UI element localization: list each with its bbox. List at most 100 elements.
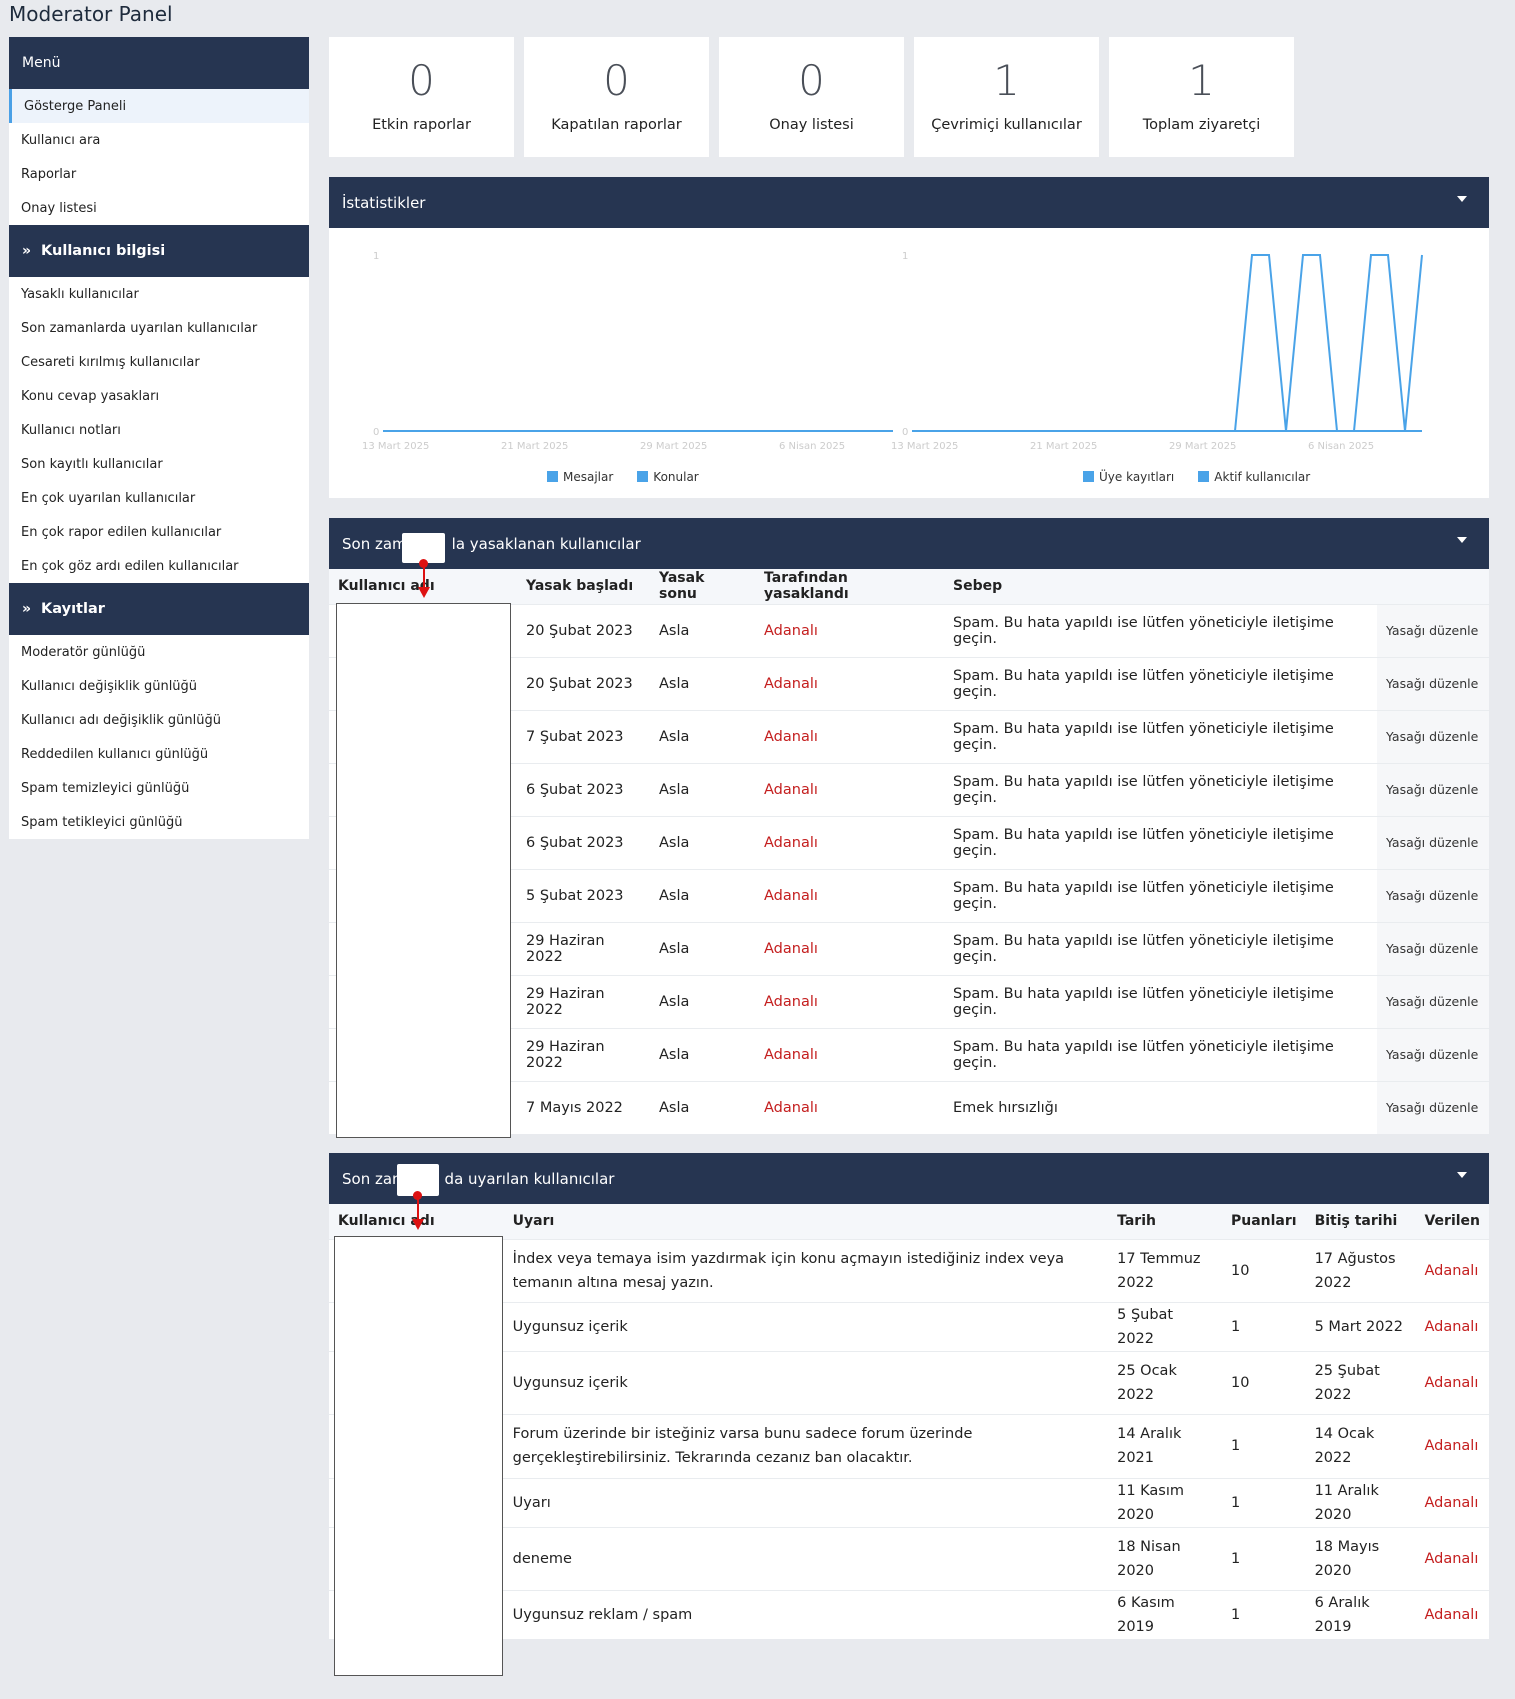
x-tick-label: 29 Mart 2025 bbox=[640, 441, 707, 452]
bans-panel-header[interactable]: Son zam la yasaklanan kullanıcılar bbox=[329, 518, 1489, 569]
caret-down-icon[interactable] bbox=[1457, 537, 1467, 543]
sidebar-item[interactable]: Son kayıtlı kullanıcılar bbox=[9, 447, 309, 481]
ban-end-cell: Asla bbox=[650, 815, 755, 869]
edit-ban-button[interactable]: Yasağı düzenle bbox=[1377, 815, 1489, 869]
given-by-link[interactable]: Adanalı bbox=[1415, 1301, 1489, 1351]
stat-card-value: 1 bbox=[1188, 56, 1215, 105]
sidebar-item[interactable]: En çok göz ardı edilen kullanıcılar bbox=[9, 549, 309, 583]
ban-end-cell: Asla bbox=[650, 709, 755, 763]
col-ban-end[interactable]: Yasak sonu bbox=[650, 569, 755, 604]
edit-ban-button[interactable]: Yasağı düzenle bbox=[1377, 603, 1489, 657]
legend-swatch bbox=[1083, 471, 1094, 482]
banned-by-link[interactable]: Adanalı bbox=[755, 603, 944, 657]
sidebar-logs-header[interactable]: » Kayıtlar bbox=[9, 583, 309, 635]
edit-ban-button[interactable]: Yasağı düzenle bbox=[1377, 656, 1489, 710]
banned-by-link[interactable]: Adanalı bbox=[755, 974, 944, 1028]
sidebar-item[interactable]: Cesareti kırılmış kullanıcılar bbox=[9, 345, 309, 379]
sidebar-menu-header: Menü bbox=[9, 37, 309, 89]
warnings-panel-header[interactable]: Son zan da uyarılan kullanıcılar bbox=[329, 1153, 1489, 1204]
legend-item-mesajlar[interactable]: Mesajlar bbox=[547, 470, 613, 484]
sidebar-item[interactable]: Raporlar bbox=[9, 157, 309, 191]
banned-by-link[interactable]: Adanalı bbox=[755, 1080, 944, 1134]
sidebar-item[interactable]: Kullanıcı notları bbox=[9, 413, 309, 447]
col-reason[interactable]: Sebep bbox=[944, 569, 1377, 604]
banned-by-link[interactable]: Adanalı bbox=[755, 709, 944, 763]
sidebar-user-info-title: Kullanıcı bilgisi bbox=[41, 243, 166, 259]
stat-card[interactable]: 1 Çevrimiçi kullanıcılar bbox=[914, 37, 1099, 157]
ban-end-cell: Asla bbox=[650, 868, 755, 922]
col-expiry[interactable]: Bitiş tarihi bbox=[1305, 1204, 1416, 1239]
expiry-cell: 17 Ağustos 2022 bbox=[1305, 1238, 1416, 1302]
table-row: Forum üzerinde bir isteğiniz varsa bunu … bbox=[329, 1413, 1489, 1478]
y-tick-label: 0 bbox=[373, 427, 379, 438]
edit-ban-button[interactable]: Yasağı düzenle bbox=[1377, 921, 1489, 975]
sidebar-item[interactable]: Gösterge Paneli bbox=[9, 89, 309, 123]
banned-by-link[interactable]: Adanalı bbox=[755, 1027, 944, 1081]
stat-card[interactable]: 0 Onay listesi bbox=[719, 37, 904, 157]
edit-ban-button[interactable]: Yasağı düzenle bbox=[1377, 762, 1489, 816]
stat-card[interactable]: 0 Etkin raporlar bbox=[329, 37, 514, 157]
date-cell: 5 Şubat 2022 bbox=[1108, 1301, 1222, 1351]
sidebar-item[interactable]: Kullanıcı ara bbox=[9, 123, 309, 157]
sidebar-user-info-header[interactable]: » Kullanıcı bilgisi bbox=[9, 225, 309, 277]
table-row: Uygunsuz içerik 25 Ocak 2022 10 25 Şubat 20… bbox=[329, 1350, 1489, 1414]
stat-card[interactable]: 0 Kapatılan raporlar bbox=[524, 37, 709, 157]
banned-by-link[interactable]: Adanalı bbox=[755, 762, 944, 816]
banned-by-link[interactable]: Adanalı bbox=[755, 921, 944, 975]
caret-down-icon[interactable] bbox=[1457, 196, 1467, 202]
ban-start-cell: 5 Şubat 2023 bbox=[517, 868, 650, 922]
given-by-link[interactable]: Adanalı bbox=[1415, 1477, 1489, 1527]
reason-cell: Spam. Bu hata yapıldı ise lütfen yönetic… bbox=[944, 974, 1377, 1028]
expiry-cell: 5 Mart 2022 bbox=[1305, 1301, 1416, 1351]
stat-card-label: Kapatılan raporlar bbox=[551, 117, 682, 133]
reason-cell: Emek hırsızlığı bbox=[944, 1080, 1377, 1134]
sidebar-item[interactable]: Kullanıcı adı değişiklik günlüğü bbox=[9, 703, 309, 737]
given-by-link[interactable]: Adanalı bbox=[1415, 1526, 1489, 1590]
edit-ban-button[interactable]: Yasağı düzenle bbox=[1377, 1027, 1489, 1081]
sidebar-item[interactable]: Spam temizleyici günlüğü bbox=[9, 771, 309, 805]
warning-cell: deneme bbox=[503, 1526, 1109, 1590]
given-by-link[interactable]: Adanalı bbox=[1415, 1589, 1489, 1639]
edit-ban-button[interactable]: Yasağı düzenle bbox=[1377, 709, 1489, 763]
banned-by-link[interactable]: Adanalı bbox=[755, 868, 944, 922]
ban-start-cell: 29 Haziran 2022 bbox=[517, 974, 650, 1028]
col-ban-start[interactable]: Yasak başladı bbox=[517, 569, 650, 604]
stat-card-label: Etkin raporlar bbox=[372, 117, 471, 133]
sidebar-item[interactable]: Spam tetikleyici günlüğü bbox=[9, 805, 309, 839]
sidebar-item[interactable]: En çok uyarılan kullanıcılar bbox=[9, 481, 309, 515]
given-by-link[interactable]: Adanalı bbox=[1415, 1238, 1489, 1302]
legend-item-aktif-kullanicilar[interactable]: Aktif kullanıcılar bbox=[1198, 470, 1310, 484]
sidebar-item[interactable]: Moderatör günlüğü bbox=[9, 635, 309, 669]
stats-panel-header[interactable]: İstatistikler bbox=[329, 177, 1489, 228]
warnings-table: Kullanıcı adı Uyarı Tarih Puanları Bitiş… bbox=[329, 1204, 1489, 1639]
given-by-link[interactable]: Adanalı bbox=[1415, 1350, 1489, 1414]
date-cell: 14 Aralık 2021 bbox=[1108, 1413, 1222, 1478]
banned-by-link[interactable]: Adanalı bbox=[755, 815, 944, 869]
stat-card-value: 1 bbox=[993, 56, 1020, 105]
col-date[interactable]: Tarih bbox=[1108, 1204, 1222, 1239]
ban-start-cell: 7 Şubat 2023 bbox=[517, 709, 650, 763]
legend-item-konular[interactable]: Konular bbox=[637, 470, 699, 484]
col-points[interactable]: Puanları bbox=[1221, 1204, 1306, 1239]
col-banned-by[interactable]: Tarafından yasaklandı bbox=[755, 569, 944, 604]
given-by-link[interactable]: Adanalı bbox=[1415, 1413, 1489, 1478]
sidebar-item[interactable]: Reddedilen kullanıcı günlüğü bbox=[9, 737, 309, 771]
sidebar-item[interactable]: Konu cevap yasakları bbox=[9, 379, 309, 413]
edit-ban-button[interactable]: Yasağı düzenle bbox=[1377, 974, 1489, 1028]
edit-ban-button[interactable]: Yasağı düzenle bbox=[1377, 1080, 1489, 1134]
sidebar-item[interactable]: En çok rapor edilen kullanıcılar bbox=[9, 515, 309, 549]
sidebar-item[interactable]: Onay listesi bbox=[9, 191, 309, 225]
col-warning[interactable]: Uyarı bbox=[503, 1204, 1109, 1239]
sidebar-item[interactable]: Son zamanlarda uyarılan kullanıcılar bbox=[9, 311, 309, 345]
banned-by-link[interactable]: Adanalı bbox=[755, 656, 944, 710]
legend-item-uye-kayitlari[interactable]: Üye kayıtları bbox=[1083, 470, 1174, 484]
points-cell: 1 bbox=[1221, 1526, 1306, 1590]
red-marker-line bbox=[417, 1198, 419, 1219]
caret-down-icon[interactable] bbox=[1457, 1172, 1467, 1178]
sidebar-item[interactable]: Yasaklı kullanıcılar bbox=[9, 277, 309, 311]
sidebar-item[interactable]: Kullanıcı değişiklik günlüğü bbox=[9, 669, 309, 703]
col-given-by[interactable]: Verilen bbox=[1415, 1204, 1489, 1239]
stat-card[interactable]: 1 Toplam ziyaretçi bbox=[1109, 37, 1294, 157]
reason-cell: Spam. Bu hata yapıldı ise lütfen yönetic… bbox=[944, 762, 1377, 816]
edit-ban-button[interactable]: Yasağı düzenle bbox=[1377, 868, 1489, 922]
